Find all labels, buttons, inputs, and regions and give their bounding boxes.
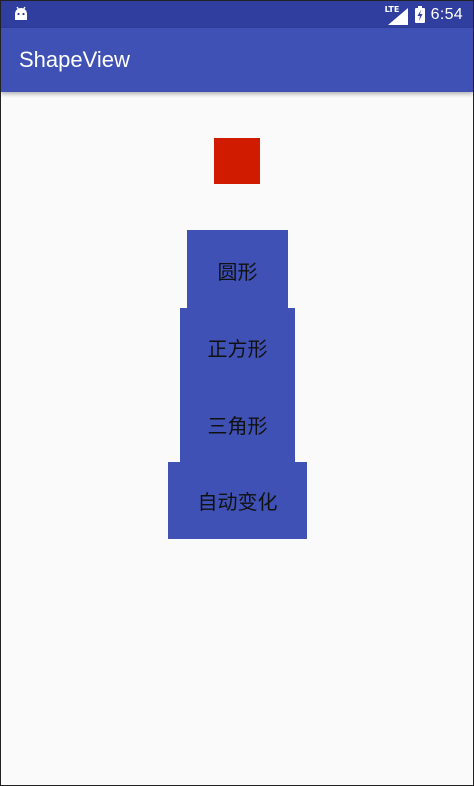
app-bar: ShapeView [1, 28, 473, 92]
signal-icon: LTE [385, 5, 409, 25]
app-screen: LTE 6:54 ShapeView 圆形 正方形 三角形 自动变化 [0, 0, 474, 786]
status-icons: LTE 6:54 [385, 1, 463, 28]
shape-view-square [214, 138, 260, 184]
auto-change-button[interactable]: 自动变化 [168, 462, 307, 539]
square-button[interactable]: 正方形 [180, 308, 295, 386]
circle-button[interactable]: 圆形 [187, 230, 288, 310]
status-bar: LTE 6:54 [1, 1, 473, 28]
status-time: 6:54 [430, 5, 463, 23]
android-icon [15, 6, 27, 20]
triangle-button[interactable]: 三角形 [180, 384, 295, 464]
battery-charging-icon [414, 6, 425, 23]
app-title: ShapeView [19, 47, 130, 72]
